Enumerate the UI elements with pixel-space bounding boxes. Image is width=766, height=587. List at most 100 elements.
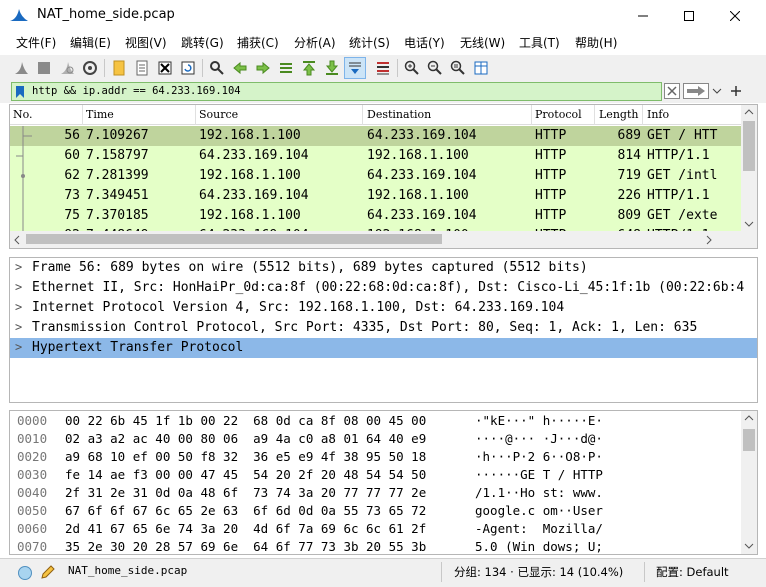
menu-edit[interactable]: 编辑(E) xyxy=(70,34,111,51)
packet-row[interactable]: 56 7.109267 192.168.1.100 64.233.169.104 HTT… xyxy=(10,126,741,146)
display-filter-input[interactable]: http && ip.addr == 64.233.169.104 xyxy=(11,82,662,101)
menu-wireless[interactable]: 无线(W) xyxy=(460,34,505,51)
bytes-hex[interactable]: a9 68 10 ef 00 50 f8 32 36 e5 e9 4f 38 9… xyxy=(65,449,426,464)
detail-row-http[interactable]: > Hypertext Transfer Protocol xyxy=(10,338,757,358)
scroll-right-icon[interactable] xyxy=(702,233,716,247)
column-header-source[interactable]: Source xyxy=(199,108,238,121)
menu-view[interactable]: 视图(V) xyxy=(125,34,167,51)
close-file-button[interactable] xyxy=(154,57,176,79)
bytes-vscrollbar[interactable] xyxy=(741,411,757,554)
go-back-button[interactable] xyxy=(229,57,251,79)
edit-comment-icon[interactable] xyxy=(40,564,56,580)
reload-file-button[interactable] xyxy=(177,57,199,79)
chevron-right-icon[interactable]: > xyxy=(15,340,22,354)
bytes-row[interactable]: 0030 fe 14 ae f3 00 00 47 45 54 20 2f 20 … xyxy=(10,466,741,484)
go-last-button[interactable] xyxy=(321,57,343,79)
bookmark-icon[interactable] xyxy=(15,85,25,99)
apply-filter-button[interactable] xyxy=(683,83,709,99)
auto-scroll-button[interactable] xyxy=(344,57,366,79)
bytes-ascii[interactable]: 5.0 (Win dows; U; xyxy=(475,539,603,554)
chevron-right-icon[interactable]: > xyxy=(15,280,22,294)
bytes-ascii[interactable]: ····@··· ·J···d@· xyxy=(475,431,603,446)
open-file-button[interactable] xyxy=(108,57,130,79)
detail-row-ipv4[interactable]: > Internet Protocol Version 4, Src: 192.… xyxy=(10,298,757,318)
scroll-down-icon[interactable] xyxy=(741,217,757,231)
start-capture-button[interactable] xyxy=(10,57,32,79)
packet-row[interactable]: 62 7.281399 192.168.1.100 64.233.169.104 HTT… xyxy=(10,166,741,186)
packet-row[interactable]: 73 7.349451 64.233.169.104 192.168.1.100 HTT… xyxy=(10,186,741,206)
go-first-button[interactable] xyxy=(298,57,320,79)
resize-columns-button[interactable] xyxy=(470,57,492,79)
bytes-row[interactable]: 0010 02 a3 a2 ac 40 00 80 06 a9 4a c0 a8 … xyxy=(10,430,741,448)
zoom-out-button[interactable] xyxy=(424,57,446,79)
packet-list-vscrollbar[interactable] xyxy=(741,105,757,231)
scroll-up-icon[interactable] xyxy=(741,105,757,119)
detail-row-frame[interactable]: > Frame 56: 689 bytes on wire (5512 bits… xyxy=(10,258,757,278)
bytes-ascii[interactable]: ······GE T / HTTP xyxy=(475,467,603,482)
stop-capture-button[interactable] xyxy=(33,57,55,79)
menu-go[interactable]: 跳转(G) xyxy=(181,34,224,51)
column-header-info[interactable]: Info xyxy=(647,108,669,121)
bytes-row[interactable]: 0020 a9 68 10 ef 00 50 f8 32 36 e5 e9 4f … xyxy=(10,448,741,466)
packet-list-hscrollbar[interactable] xyxy=(10,231,757,248)
maximize-button[interactable] xyxy=(666,0,712,31)
status-profile[interactable]: 配置: Default xyxy=(656,564,729,580)
bytes-hex[interactable]: fe 14 ae f3 00 00 47 45 54 20 2f 20 48 5… xyxy=(65,467,426,482)
detail-row-ethernet[interactable]: > Ethernet II, Src: HonHaiPr_0d:ca:8f (0… xyxy=(10,278,757,298)
menu-analyze[interactable]: 分析(A) xyxy=(294,34,336,51)
menu-telephony[interactable]: 电话(Y) xyxy=(404,34,445,51)
column-header-protocol[interactable]: Protocol xyxy=(535,108,582,121)
scroll-left-icon[interactable] xyxy=(10,233,24,247)
zoom-normal-button[interactable] xyxy=(447,57,469,79)
bytes-hex[interactable]: 35 2e 30 20 28 57 69 6e 64 6f 77 73 3b 2… xyxy=(65,539,426,554)
bytes-ascii[interactable]: ·"kE···" h·····E· xyxy=(475,413,603,428)
menu-capture[interactable]: 捕获(C) xyxy=(237,34,279,51)
go-to-packet-button[interactable] xyxy=(275,57,297,79)
zoom-in-button[interactable] xyxy=(401,57,423,79)
bytes-hex[interactable]: 2f 31 2e 31 0d 0a 48 6f 73 74 3a 20 77 7… xyxy=(65,485,426,500)
detail-row-tcp[interactable]: > Transmission Control Protocol, Src Por… xyxy=(10,318,757,338)
scroll-down-icon[interactable] xyxy=(741,539,757,553)
bytes-row[interactable]: 0070 35 2e 30 20 28 57 69 6e 64 6f 77 73 … xyxy=(10,538,741,554)
chevron-right-icon[interactable]: > xyxy=(15,260,22,274)
bytes-hex[interactable]: 00 22 6b 45 1f 1b 00 22 68 0d ca 8f 08 0… xyxy=(65,413,426,428)
bytes-ascii[interactable]: /1.1··Ho st: www. xyxy=(475,485,603,500)
packet-list-hscroll-thumb[interactable] xyxy=(26,234,442,244)
bytes-row[interactable]: 0040 2f 31 2e 31 0d 0a 48 6f 73 74 3a 20 … xyxy=(10,484,741,502)
column-header-destination[interactable]: Destination xyxy=(367,108,431,121)
add-filter-button[interactable] xyxy=(728,82,744,100)
menu-help[interactable]: 帮助(H) xyxy=(575,34,617,51)
scroll-up-icon[interactable] xyxy=(741,411,757,425)
column-header-time[interactable]: Time xyxy=(86,108,114,121)
menu-file[interactable]: 文件(F) xyxy=(16,34,56,51)
save-file-button[interactable] xyxy=(131,57,153,79)
bytes-vscroll-thumb[interactable] xyxy=(743,429,755,451)
packet-row[interactable]: 60 7.158797 64.233.169.104 192.168.1.100 HTT… xyxy=(10,146,741,166)
capture-options-button[interactable] xyxy=(79,57,101,79)
packet-row[interactable]: 75 7.370185 192.168.1.100 64.233.169.104 HTT… xyxy=(10,206,741,226)
restart-capture-button[interactable] xyxy=(56,57,78,79)
bytes-ascii[interactable]: google.c om··User xyxy=(475,503,603,518)
packet-list-vscroll-thumb[interactable] xyxy=(743,121,755,171)
column-header-length[interactable]: Length xyxy=(599,108,638,121)
go-forward-button[interactable] xyxy=(252,57,274,79)
bytes-ascii[interactable]: ·h···P·2 6··O8·P· xyxy=(475,449,603,464)
menu-statistics[interactable]: 统计(S) xyxy=(349,34,390,51)
bytes-row[interactable]: 0060 2d 41 67 65 6e 74 3a 20 4d 6f 7a 69 … xyxy=(10,520,741,538)
column-header-no[interactable]: No. xyxy=(13,108,33,121)
minimize-button[interactable] xyxy=(620,0,666,31)
bytes-hex[interactable]: 02 a3 a2 ac 40 00 80 06 a9 4a c0 a8 01 6… xyxy=(65,431,426,446)
clear-filter-button[interactable] xyxy=(664,83,680,99)
find-packet-button[interactable] xyxy=(206,57,228,79)
bytes-row[interactable]: 0000 00 22 6b 45 1f 1b 00 22 68 0d ca 8f … xyxy=(10,412,741,430)
menu-tools[interactable]: 工具(T) xyxy=(519,34,560,51)
chevron-right-icon[interactable]: > xyxy=(15,320,22,334)
bytes-row[interactable]: 0050 67 6f 6f 67 6c 65 2e 63 6f 6d 0d 0a … xyxy=(10,502,741,520)
filter-history-dropdown[interactable] xyxy=(711,84,723,98)
colorize-button[interactable] xyxy=(372,57,394,79)
bytes-hex[interactable]: 2d 41 67 65 6e 74 3a 20 4d 6f 7a 69 6c 6… xyxy=(65,521,426,536)
bytes-hex[interactable]: 67 6f 6f 67 6c 65 2e 63 6f 6d 0d 0a 55 7… xyxy=(65,503,426,518)
bytes-ascii[interactable]: -Agent: Mozilla/ xyxy=(475,521,603,536)
chevron-right-icon[interactable]: > xyxy=(15,300,22,314)
close-button[interactable] xyxy=(712,0,758,31)
